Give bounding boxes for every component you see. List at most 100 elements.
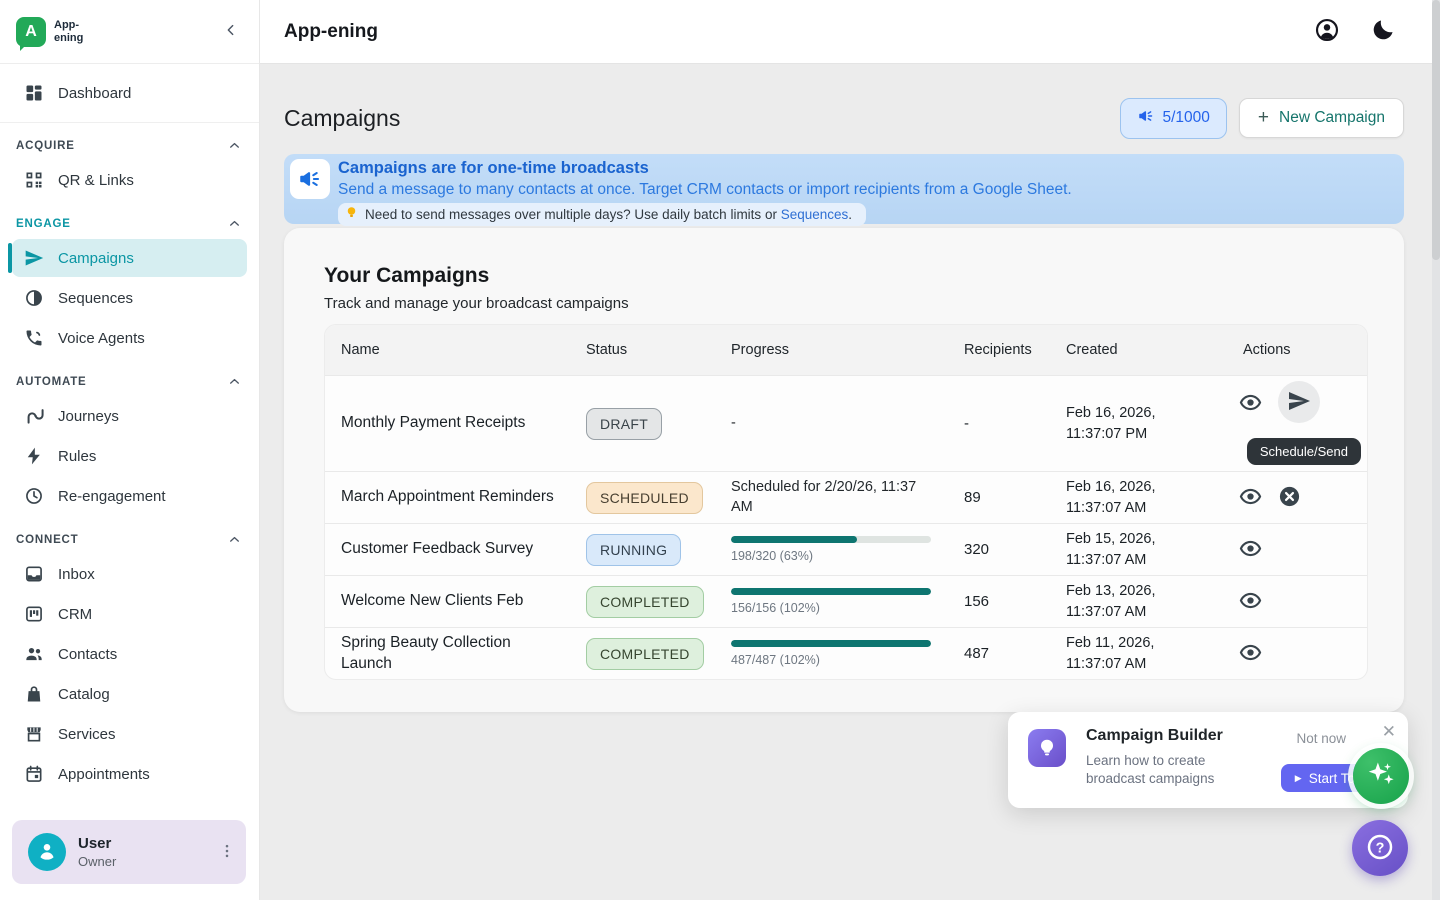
- view-button[interactable]: [1239, 391, 1262, 417]
- sidebar-item-voice-agents[interactable]: Voice Agents: [12, 319, 247, 357]
- sidebar-item-services[interactable]: Services: [12, 715, 247, 753]
- sequences-icon: [24, 288, 44, 308]
- view-button[interactable]: [1239, 641, 1262, 667]
- sidebar-item-rules[interactable]: Rules: [12, 437, 247, 475]
- sidebar-item-dashboard[interactable]: Dashboard: [12, 74, 247, 112]
- progress-bar: [731, 640, 931, 647]
- sidebar-item-journeys[interactable]: Journeys: [12, 397, 247, 435]
- sidebar-item-label: Inbox: [58, 566, 95, 583]
- column-header-created: Created: [1050, 325, 1227, 375]
- user-card[interactable]: User Owner: [12, 820, 246, 884]
- info-banner: Campaigns are for one-time broadcasts Se…: [284, 154, 1404, 224]
- app-title: App-ening: [284, 21, 378, 43]
- progress-bar: [731, 588, 931, 595]
- moon-icon: [1370, 17, 1396, 46]
- sidebar-item-label: Voice Agents: [58, 330, 145, 347]
- status-cell: DRAFT: [570, 376, 715, 471]
- megaphone-icon: [1137, 107, 1155, 130]
- progress-cell: 156/156 (102%): [715, 576, 948, 627]
- card-subtitle: Track and manage your broadcast campaign…: [324, 295, 1368, 312]
- crm-icon: [24, 604, 44, 624]
- sidebar-item-label: Journeys: [58, 408, 119, 425]
- sidebar-item-catalog[interactable]: Catalog: [12, 675, 247, 713]
- sidebar-item-sequences[interactable]: Sequences: [12, 279, 247, 317]
- person-icon: [35, 838, 59, 867]
- table-row: Spring Beauty Collection LaunchCOMPLETED…: [325, 627, 1367, 679]
- help-fab[interactable]: ?: [1352, 820, 1408, 876]
- view-button[interactable]: [1239, 589, 1262, 615]
- section-header-connect[interactable]: CONNECT: [0, 517, 259, 553]
- dark-mode-button[interactable]: [1366, 15, 1400, 49]
- chevron-up-icon: [228, 217, 241, 230]
- schedule-send-button[interactable]: [1278, 381, 1320, 423]
- sidebar-item-campaigns[interactable]: Campaigns: [12, 239, 247, 277]
- campaigns-table: NameStatusProgressRecipientsCreatedActio…: [324, 324, 1368, 680]
- progress-text: Scheduled for 2/20/26, 11:37 AM: [731, 478, 938, 517]
- help-icon: ?: [1365, 832, 1395, 865]
- sidebar-item-label: Dashboard: [58, 85, 131, 102]
- sidebar-item-label: Services: [58, 726, 116, 743]
- sidebar-item-crm[interactable]: CRM: [12, 595, 247, 633]
- sidebar-item-contacts[interactable]: Contacts: [12, 635, 247, 673]
- sidebar-item-qr-links[interactable]: QR & Links: [12, 161, 247, 199]
- sidebar-item-label: Campaigns: [58, 250, 134, 267]
- contacts-icon: [24, 644, 44, 664]
- app-logo-icon: A: [16, 17, 46, 47]
- progress-cell: 198/320 (63%): [715, 524, 948, 575]
- view-button[interactable]: [1239, 537, 1262, 563]
- progress-label: 487/487 (102%): [731, 653, 931, 667]
- popup-title: Campaign Builder: [1086, 727, 1223, 745]
- eye-icon: [1239, 537, 1262, 563]
- user-menu-button[interactable]: [218, 842, 236, 863]
- sidebar-item-inbox[interactable]: Inbox: [12, 555, 247, 593]
- qr-icon: [24, 170, 44, 190]
- new-campaign-label: New Campaign: [1279, 109, 1385, 127]
- cancel-button[interactable]: [1278, 485, 1301, 511]
- scrollbar-thumb[interactable]: [1432, 0, 1440, 260]
- section-label: ACQUIRE: [16, 140, 75, 152]
- sidebar-collapse-button[interactable]: [217, 18, 245, 46]
- table-row: Monthly Payment ReceiptsDRAFT--Feb 16, 2…: [325, 375, 1367, 471]
- sidebar-item-appointments[interactable]: Appointments: [12, 755, 247, 793]
- sequences-link[interactable]: Sequences: [781, 207, 849, 222]
- voice-icon: [24, 328, 44, 348]
- section-header-engage[interactable]: ENGAGE: [0, 201, 259, 237]
- ai-assistant-fab[interactable]: [1353, 748, 1409, 804]
- progress-label: 198/320 (63%): [731, 549, 931, 563]
- eye-icon: [1239, 589, 1262, 615]
- view-button[interactable]: [1239, 485, 1262, 511]
- progress-cell: -: [715, 376, 948, 471]
- section-header-acquire[interactable]: ACQUIRE: [0, 123, 259, 159]
- play-icon: ▶: [1295, 773, 1302, 784]
- actions-cell: [1227, 576, 1367, 627]
- banner-tip: Need to send messages over multiple days…: [338, 203, 866, 226]
- megaphone-icon: [290, 159, 330, 199]
- sidebar-item-label: QR & Links: [58, 172, 134, 189]
- user-role: Owner: [78, 854, 116, 869]
- user-name: User: [78, 835, 116, 852]
- status-cell: COMPLETED: [570, 576, 715, 627]
- topbar: App-ening: [260, 0, 1440, 64]
- status-cell: COMPLETED: [570, 628, 715, 679]
- scrollbar[interactable]: [1432, 0, 1440, 900]
- new-campaign-button[interactable]: + New Campaign: [1239, 98, 1404, 138]
- column-header-progress: Progress: [715, 325, 948, 375]
- sidebar-item-label: CRM: [58, 606, 92, 623]
- user-avatar: [28, 833, 66, 871]
- sidebar-item-re-engagement[interactable]: Re-engagement: [12, 477, 247, 515]
- store-icon: [24, 724, 44, 744]
- recipients-cell: -: [948, 376, 1050, 471]
- plus-icon: +: [1258, 107, 1269, 129]
- sidebar: A App- ening Dashboard ACQUIREQR & Links…: [0, 0, 260, 900]
- campaign-quota-badge[interactable]: 5/1000: [1120, 98, 1227, 139]
- svg-text:?: ?: [1376, 840, 1385, 856]
- not-now-button[interactable]: Not now: [1296, 731, 1346, 746]
- close-icon[interactable]: ✕: [1382, 722, 1396, 742]
- column-header-name: Name: [325, 325, 570, 375]
- page-title: Campaigns: [284, 105, 400, 132]
- section-header-automate[interactable]: AUTOMATE: [0, 359, 259, 395]
- person-circle-icon: [1314, 17, 1340, 46]
- actions-cell: [1227, 628, 1367, 679]
- account-button[interactable]: [1310, 15, 1344, 49]
- section-label: AUTOMATE: [16, 376, 87, 388]
